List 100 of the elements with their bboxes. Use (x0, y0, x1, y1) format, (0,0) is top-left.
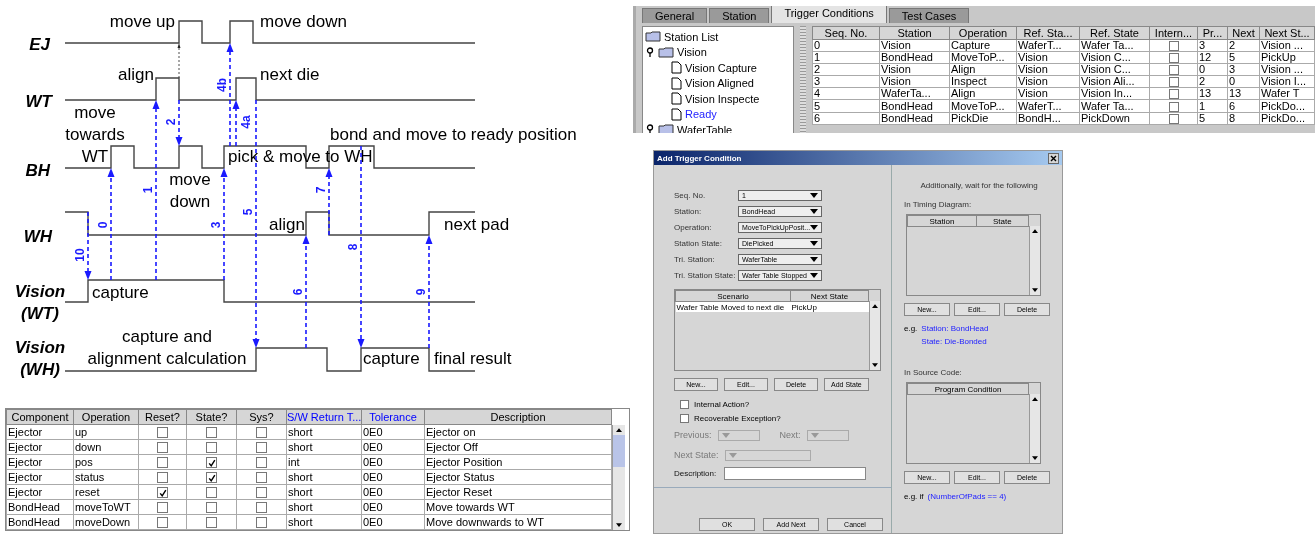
tab[interactable]: General (642, 8, 708, 23)
column-header[interactable]: Pr... (1197, 26, 1228, 40)
checkbox[interactable] (256, 442, 267, 454)
table-cell: Vision ... (1259, 39, 1315, 52)
column-header[interactable]: Tolerance (361, 409, 425, 425)
scroll-up-icon[interactable] (616, 428, 622, 432)
checkbox[interactable] (680, 413, 689, 423)
checkbox[interactable] (206, 442, 217, 454)
tree-item[interactable]: Ready (685, 108, 717, 121)
close-icon[interactable] (1048, 152, 1059, 164)
folder-icon (658, 46, 674, 58)
scrollbar[interactable] (1029, 394, 1040, 463)
column-header[interactable]: Component (6, 409, 74, 425)
state-label: capture (92, 283, 149, 302)
column-header[interactable]: Scenario (675, 290, 791, 302)
table-cell: 0E0 (361, 454, 425, 470)
column-header[interactable]: Ref. State (1079, 26, 1150, 40)
tree-item[interactable]: Station List (664, 30, 719, 43)
column-header[interactable]: Intern... (1149, 26, 1198, 40)
column-header[interactable]: Operation (73, 409, 139, 425)
table-cell: 1 (812, 51, 880, 64)
table-cell[interactable]: Wafer Table Moved to next die (675, 301, 791, 312)
column-header[interactable]: State (976, 215, 1029, 227)
column-header[interactable]: Ref. Sta... (1016, 26, 1080, 40)
checkbox[interactable] (206, 502, 217, 514)
table-cell: 4 (812, 87, 880, 100)
scroll-up-icon[interactable] (872, 304, 878, 308)
table-cell: Vision (879, 75, 950, 88)
tree-toggle-icon[interactable] (645, 46, 655, 58)
column-header[interactable]: S/W Return T... (286, 409, 362, 425)
table-cell: Vision (1016, 75, 1080, 88)
column-header[interactable]: Seq. No. (812, 26, 880, 40)
table-cell[interactable]: PickUp (790, 301, 869, 312)
tab[interactable]: Trigger Conditions (771, 6, 887, 23)
checkbox[interactable] (157, 442, 168, 454)
table-cell: 12 (1197, 51, 1228, 64)
scroll-down-icon[interactable] (872, 363, 878, 367)
checkbox[interactable] (680, 399, 689, 409)
checkbox[interactable] (206, 472, 217, 484)
tree-item[interactable]: WaferTable (677, 123, 733, 133)
table-cell: Vision ... (1259, 63, 1315, 76)
table-cell: down (73, 439, 139, 455)
checkbox[interactable] (206, 427, 217, 439)
column-header[interactable]: Program Condition (907, 383, 1029, 395)
checkbox[interactable] (1168, 113, 1179, 124)
column-header[interactable]: State? (186, 409, 237, 425)
checkbox[interactable] (256, 427, 267, 439)
checkbox[interactable] (157, 427, 168, 439)
tree-item[interactable]: Vision Capture (685, 61, 757, 74)
column-header[interactable]: Sys? (236, 409, 287, 425)
scroll-down-icon[interactable] (616, 523, 622, 527)
checkbox[interactable] (1168, 101, 1179, 112)
tree-item[interactable]: Vision Aligned (685, 77, 754, 90)
column-header[interactable]: Operation (949, 26, 1017, 40)
scroll-down-icon[interactable] (1032, 456, 1038, 460)
checkbox[interactable] (256, 472, 267, 484)
tab[interactable]: Test Cases (888, 8, 970, 23)
scrollbar[interactable] (612, 425, 625, 530)
scroll-down-icon[interactable] (1032, 288, 1038, 292)
checkbox[interactable] (157, 517, 168, 529)
tab[interactable]: Station (709, 8, 770, 23)
column-header[interactable]: Station (879, 26, 950, 40)
scrollbar[interactable] (1029, 226, 1040, 295)
table-cell: Vision I... (1259, 75, 1315, 88)
checkbox[interactable] (1168, 53, 1179, 64)
state-label: next die (260, 65, 320, 84)
table-cell: short (286, 499, 362, 515)
scrollbar[interactable] (869, 301, 880, 370)
checkbox[interactable] (1168, 41, 1179, 52)
checkbox[interactable] (157, 472, 168, 484)
tree-item[interactable]: Vision Inspecte (685, 92, 760, 105)
table-cell: 1 (1197, 99, 1228, 113)
checkbox[interactable] (1168, 65, 1179, 76)
checkbox[interactable] (256, 517, 267, 529)
checkbox[interactable] (157, 457, 168, 469)
table-cell: short (286, 439, 362, 455)
caret-icon (810, 272, 818, 278)
column-header[interactable]: Next St... (1259, 26, 1315, 40)
column-header[interactable]: Description (424, 409, 612, 425)
checkbox[interactable] (1168, 77, 1179, 88)
tree-toggle-icon[interactable] (645, 124, 655, 133)
checkbox[interactable] (206, 487, 217, 499)
table-cell: 0E0 (361, 439, 425, 455)
scroll-up-icon[interactable] (1032, 397, 1038, 401)
checkbox[interactable] (206, 517, 217, 529)
column-header[interactable]: Reset? (138, 409, 187, 425)
caret-icon (810, 192, 818, 198)
checkbox[interactable] (1168, 89, 1179, 100)
checkbox[interactable] (157, 487, 168, 499)
column-header[interactable]: Next State (790, 290, 869, 302)
checkbox[interactable] (256, 457, 267, 469)
tree-item[interactable]: Vision (677, 46, 707, 59)
description-field[interactable] (724, 466, 867, 480)
checkbox[interactable] (157, 502, 168, 514)
scroll-up-icon[interactable] (1032, 229, 1038, 233)
column-header[interactable]: Station (907, 215, 977, 227)
checkbox[interactable] (206, 457, 217, 469)
column-header[interactable]: Next (1227, 26, 1260, 40)
checkbox[interactable] (256, 502, 267, 514)
checkbox[interactable] (256, 487, 267, 499)
